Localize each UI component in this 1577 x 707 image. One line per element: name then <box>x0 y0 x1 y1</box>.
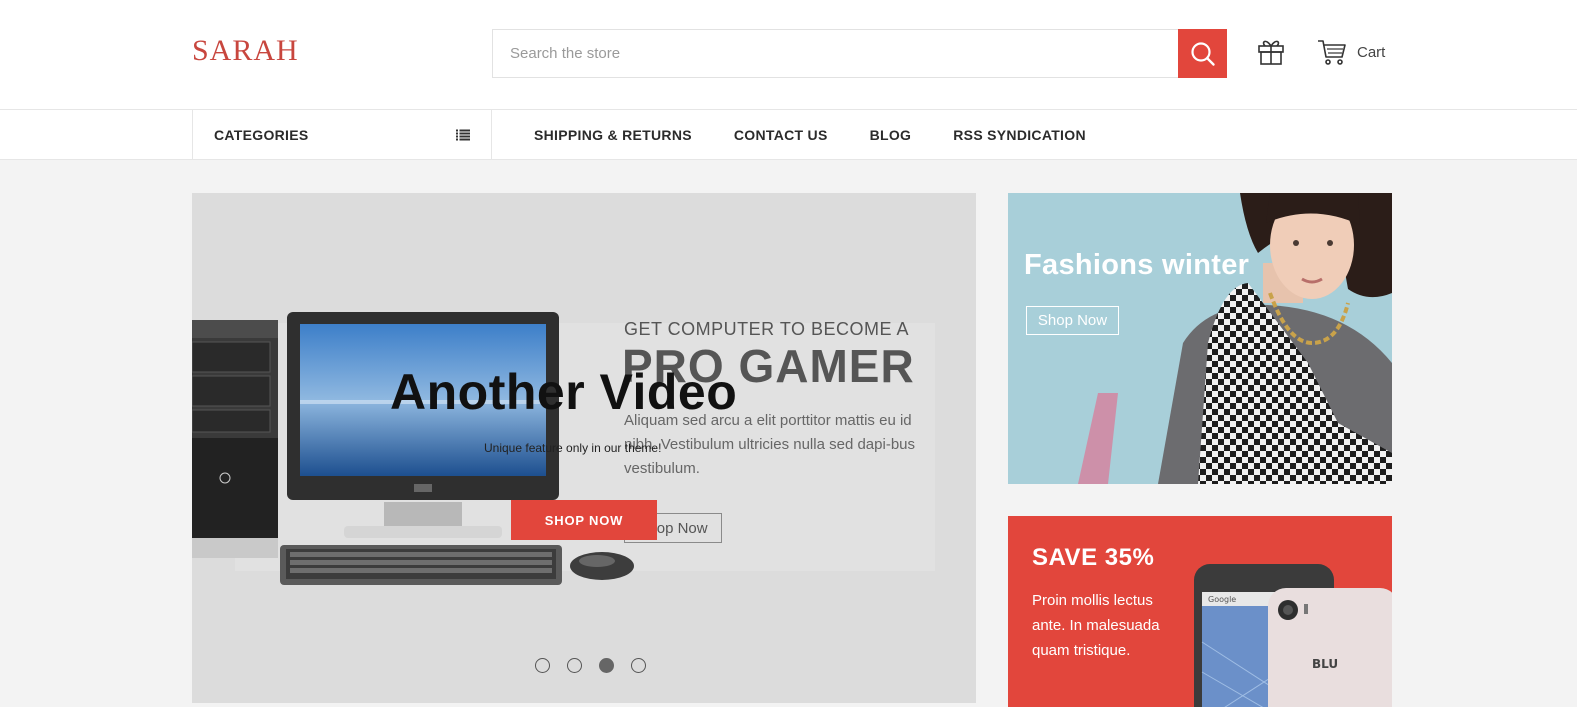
save-banner[interactable]: SAVE 35% Proin mollis lectus ante. In ma… <box>1008 516 1392 707</box>
slider-dot-2[interactable] <box>567 658 582 673</box>
slider-pagination <box>535 658 646 673</box>
main-nav: CATEGORIES SHIPPING & RETURNS CONTACT US… <box>0 110 1577 160</box>
cart-label: Cart <box>1357 43 1386 61</box>
hero-kicker: GET COMPUTER TO BECOME A <box>624 319 910 339</box>
cart-icon <box>1318 40 1346 65</box>
hero-subtitle: Unique feature only in our theme! <box>484 441 662 455</box>
phones-image: Google BLU <box>1194 564 1392 707</box>
fashion-shop-now-button[interactable]: Shop Now <box>1026 306 1119 335</box>
search-button[interactable] <box>1178 29 1227 78</box>
site-logo[interactable]: SARAH <box>192 34 299 68</box>
search-icon <box>1190 41 1215 66</box>
cart-button[interactable]: Cart <box>1317 36 1385 68</box>
search-input[interactable] <box>493 30 1179 77</box>
phone-screen-label: Google <box>1208 595 1236 604</box>
hero-shop-now-button[interactable]: SHOP NOW <box>511 500 657 540</box>
nav-link-shipping-returns[interactable]: SHIPPING & RETURNS <box>534 127 692 143</box>
fashion-banner-title: Fashions winter <box>1024 249 1250 281</box>
gift-button[interactable] <box>1256 36 1288 68</box>
categories-label: CATEGORIES <box>214 127 309 143</box>
nav-link-rss-syndication[interactable]: RSS SYNDICATION <box>953 127 1086 143</box>
categories-menu[interactable]: CATEGORIES <box>192 110 492 160</box>
phone-brand-logo: BLU <box>1312 657 1338 671</box>
save-banner-text: Proin mollis lectus ante. In malesuada q… <box>1032 592 1160 659</box>
model-photo <box>1078 193 1392 484</box>
slider-dot-4[interactable] <box>631 658 646 673</box>
slider-dot-3-active[interactable] <box>599 658 614 673</box>
list-icon <box>456 129 470 141</box>
gift-icon <box>1258 40 1284 65</box>
nav-link-blog[interactable]: BLOG <box>870 127 912 143</box>
save-banner-title: SAVE 35% <box>1032 544 1155 571</box>
hero-slider: GET COMPUTER TO BECOME A PRO GAMER Aliqu… <box>192 193 976 703</box>
fashion-banner[interactable]: Fashions winter Shop Now <box>1008 193 1392 484</box>
nav-links: SHIPPING & RETURNS CONTACT US BLOG RSS S… <box>534 110 1086 160</box>
nav-link-contact-us[interactable]: CONTACT US <box>734 127 828 143</box>
hero-title: Another Video <box>390 364 738 420</box>
slider-dot-1[interactable] <box>535 658 550 673</box>
search-bar <box>492 29 1227 78</box>
site-header: SARAH Cart <box>0 0 1577 110</box>
